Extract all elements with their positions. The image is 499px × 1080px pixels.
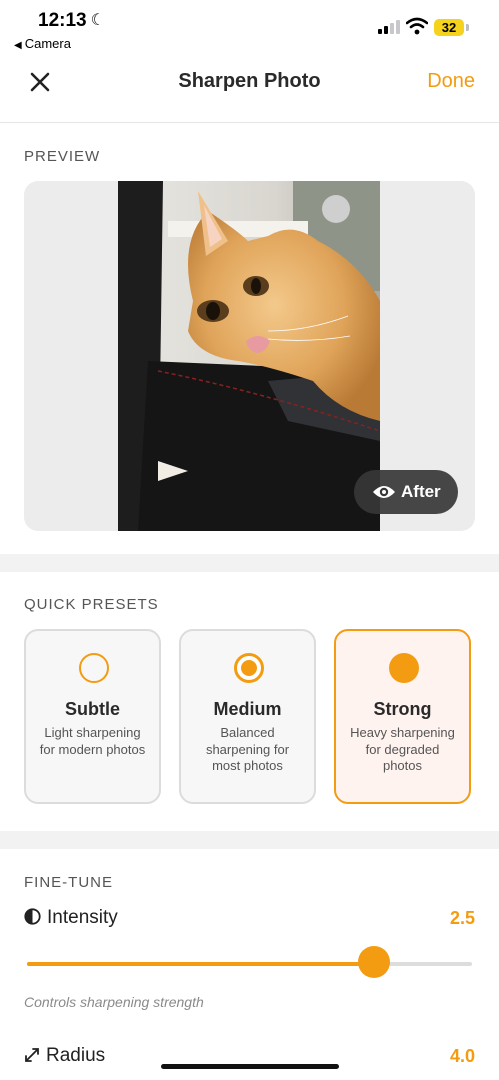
done-button[interactable]: Done <box>427 70 475 93</box>
wifi-icon <box>406 17 428 35</box>
radio-dot-icon <box>234 653 264 683</box>
preset-description: Heavy sharpening for degraded photos <box>350 725 455 773</box>
intensity-value: 2.5 <box>449 908 475 928</box>
nav-divider <box>0 122 499 123</box>
back-to-app-link[interactable]: ◀ Camera <box>14 36 71 51</box>
intensity-slider-track[interactable] <box>27 962 472 966</box>
finetune-section-label: FINE-TUNE <box>24 874 113 891</box>
intensity-hint: Controls sharpening strength <box>24 994 204 1010</box>
radius-label: Radius <box>24 1045 105 1067</box>
preset-name: Strong <box>373 699 432 719</box>
section-divider <box>0 554 499 572</box>
intensity-slider-fill <box>27 962 375 966</box>
radio-filled-icon <box>389 653 419 683</box>
before-after-toggle[interactable]: After <box>354 470 458 514</box>
status-time: 12:13 ☾ <box>38 10 105 31</box>
presets-section-label: QUICK PRESETS <box>24 596 159 613</box>
preview-section-label: PREVIEW <box>24 148 101 165</box>
battery-nub <box>466 24 469 31</box>
battery-level: 32 <box>434 19 464 36</box>
contrast-icon <box>24 908 41 925</box>
photo-preview[interactable] <box>118 181 380 531</box>
moon-icon: ☾ <box>90 12 105 29</box>
preset-medium[interactable]: Medium Balanced sharpening for most phot… <box>179 629 316 804</box>
toggle-label: After <box>401 482 441 501</box>
section-divider <box>0 831 499 849</box>
intensity-slider-thumb[interactable] <box>358 946 391 978</box>
preset-name: Medium <box>213 699 282 719</box>
resize-icon <box>25 1048 39 1062</box>
preset-description: Light sharpening for modern photos <box>39 725 146 757</box>
preset-subtle[interactable]: Subtle Light sharpening for modern photo… <box>24 629 161 804</box>
radius-value: 4.0 <box>449 1046 475 1066</box>
preset-description: Balanced sharpening for most photos <box>205 725 290 773</box>
back-triangle-icon: ◀ <box>14 40 22 51</box>
home-indicator <box>161 1064 339 1069</box>
page-title: Sharpen Photo <box>178 70 321 92</box>
preset-strong[interactable]: Strong Heavy sharpening for degraded pho… <box>334 629 471 804</box>
intensity-label: Intensity <box>24 907 118 929</box>
eye-icon <box>373 486 395 498</box>
radio-empty-icon <box>79 653 109 683</box>
cellular-signal-icon <box>378 20 402 34</box>
preset-name: Subtle <box>64 699 120 719</box>
